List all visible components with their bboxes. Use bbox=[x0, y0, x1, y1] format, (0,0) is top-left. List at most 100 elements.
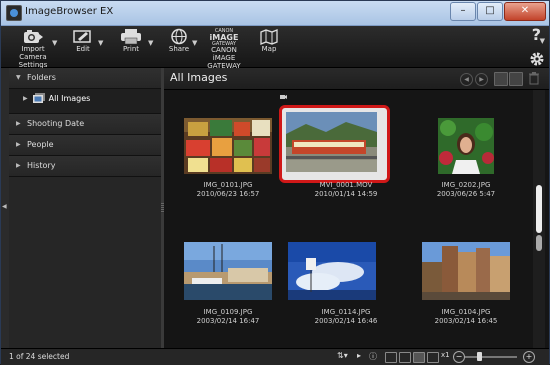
collapsed-triangle-icon: ▶ bbox=[16, 120, 21, 127]
maximize-button[interactable]: □ bbox=[477, 2, 503, 21]
map-icon bbox=[260, 29, 278, 45]
thumbnail-date: 2003/06/26 5:47 bbox=[436, 190, 496, 198]
edit-label: Edit bbox=[76, 45, 90, 53]
grid-view-icon[interactable] bbox=[385, 352, 397, 363]
people-label: People bbox=[27, 140, 54, 149]
print-label: Print bbox=[122, 45, 140, 53]
sidebar-section-folders[interactable]: ▼ Folders bbox=[9, 68, 161, 89]
thumbnail-item-selected[interactable]: MVI_0001.MOV 2010/01/14 14:59 bbox=[279, 90, 406, 200]
canon-image-gateway-logo: CANON iMAGE GATEWAY bbox=[200, 28, 248, 47]
rotate-left-icon[interactable] bbox=[494, 72, 508, 86]
zoom-slider-handle[interactable] bbox=[477, 352, 482, 361]
rotate-right-icon[interactable] bbox=[509, 72, 523, 86]
filter-icon[interactable]: ▸ bbox=[357, 351, 361, 360]
folder-item-all-images[interactable]: ▶ All Images bbox=[23, 93, 90, 103]
photo-thumbnail bbox=[422, 242, 510, 300]
all-images-label: All Images bbox=[48, 93, 91, 103]
thumbnail-date: 2003/02/14 16:45 bbox=[434, 317, 498, 325]
share-dropdown-icon[interactable]: ▼ bbox=[192, 39, 197, 47]
scrollbar-thumb[interactable] bbox=[536, 185, 542, 233]
zoom-out-button[interactable]: − bbox=[453, 351, 465, 363]
history-label: History bbox=[27, 161, 56, 170]
app-icon bbox=[6, 5, 22, 21]
thumbnail-item[interactable]: IMG_0109.JPG 2003/02/14 16:47 bbox=[168, 238, 288, 348]
map-label: Map bbox=[261, 45, 277, 53]
edit-dropdown-icon[interactable]: ▼ bbox=[98, 39, 103, 47]
detail-view-icon[interactable] bbox=[399, 352, 411, 363]
portrait-thumbnail bbox=[438, 118, 494, 174]
collapse-left-icon[interactable]: ◀ bbox=[2, 203, 7, 210]
share-label: Share bbox=[168, 45, 190, 53]
selection-count: 1 of 24 selected bbox=[9, 352, 70, 361]
app-window: ImageBrowser EX – □ ✕ Import Camera Sett… bbox=[0, 0, 550, 365]
collapsed-triangle-icon: ▶ bbox=[16, 162, 21, 169]
fullscreen-icon[interactable] bbox=[427, 352, 439, 363]
thumbnail-filename: IMG_0104.JPG bbox=[441, 308, 491, 316]
zoom-in-button[interactable]: + bbox=[523, 351, 535, 363]
zoom-level: x1 bbox=[441, 351, 450, 359]
help-dropdown-icon[interactable]: ▼ bbox=[540, 37, 545, 45]
thumbnail-grid: IMG_0101.JPG 2010/06/23 16:57 MVI_0001.M… bbox=[164, 90, 530, 348]
shooting-date-label: Shooting Date bbox=[27, 119, 85, 128]
collapsed-triangle-icon: ▶ bbox=[16, 141, 21, 148]
zoom-slider-track[interactable] bbox=[465, 356, 517, 358]
back-icon[interactable]: ◀ bbox=[460, 73, 473, 86]
main-toolbar: Import Camera Settings ▼ Edit ▼ Print ▼ bbox=[1, 25, 549, 70]
globe-share-icon bbox=[171, 28, 187, 45]
trash-icon[interactable] bbox=[528, 72, 540, 85]
forward-icon[interactable]: ▶ bbox=[475, 73, 488, 86]
collapsed-triangle-icon: ▶ bbox=[23, 94, 28, 102]
thumbnail-date: 2003/02/14 16:46 bbox=[314, 317, 378, 325]
thumbnail-item[interactable]: IMG_0101.JPG 2010/06/23 16:57 bbox=[168, 90, 288, 200]
folders-label: Folders bbox=[27, 73, 56, 82]
sort-icon[interactable]: ⇅▾ bbox=[337, 351, 348, 360]
window-title: ImageBrowser EX bbox=[25, 6, 114, 17]
edit-button[interactable]: Edit bbox=[67, 28, 99, 53]
thumbnail-item[interactable]: IMG_0202.JPG 2003/06/26 5:47 bbox=[406, 90, 526, 200]
page-title: All Images bbox=[170, 71, 228, 84]
main-header: All Images ◀ ▶ bbox=[164, 68, 549, 90]
main-panel: All Images ◀ ▶ IMG_0101.JPG 2010/06/23 1… bbox=[164, 68, 549, 348]
import-dropdown-icon[interactable]: ▼ bbox=[52, 39, 57, 47]
thumbnail-filename: IMG_0114.JPG bbox=[321, 308, 371, 316]
sidebar-section-people[interactable]: ▶ People bbox=[9, 135, 161, 156]
share-button[interactable]: Share bbox=[165, 28, 193, 53]
sidebar-section-shooting-date[interactable]: ▶ Shooting Date bbox=[9, 114, 161, 135]
window-controls: – □ ✕ bbox=[449, 2, 546, 21]
minimize-button[interactable]: – bbox=[450, 2, 476, 21]
camera-import-icon bbox=[24, 30, 43, 43]
thumbnail-filename: IMG_0202.JPG bbox=[441, 181, 491, 189]
video-thumbnail bbox=[286, 112, 377, 172]
gateway-logo-mid: iMAGE bbox=[209, 33, 239, 42]
gear-icon[interactable] bbox=[529, 51, 545, 67]
edit-icon bbox=[73, 30, 91, 43]
info-icon[interactable]: ⓘ bbox=[369, 351, 377, 362]
thumbnail-item[interactable]: IMG_0104.JPG 2003/02/14 16:45 bbox=[406, 238, 526, 348]
canon-image-gateway-button[interactable]: CANON iMAGE GATEWAY CANON iMAGE GATEWAY bbox=[200, 28, 248, 70]
thumbnail-filename: IMG_0101.JPG bbox=[203, 181, 253, 189]
thumbnail-date: 2010/01/14 14:59 bbox=[314, 190, 378, 198]
thumbnail-date: 2010/06/23 16:57 bbox=[196, 190, 260, 198]
thumbnail-filename: IMG_0109.JPG bbox=[203, 308, 253, 316]
photo-thumbnail bbox=[184, 118, 272, 174]
preview-view-icon[interactable] bbox=[413, 352, 425, 363]
print-button[interactable]: Print bbox=[114, 28, 148, 53]
import-label-2: Camera Settings bbox=[18, 53, 48, 69]
thumbnail-item[interactable]: IMG_0114.JPG 2003/02/14 16:46 bbox=[286, 238, 406, 348]
thumbnail-filename: MVI_0001.MOV bbox=[319, 181, 373, 189]
map-button[interactable]: Map bbox=[255, 28, 283, 53]
status-bar: 1 of 24 selected ⇅▾ ▸ ⓘ x1 − + bbox=[1, 348, 549, 365]
gateway-label-1: CANON iMAGE bbox=[211, 46, 237, 62]
expanded-triangle-icon: ▼ bbox=[16, 74, 21, 81]
folder-tree: ▶ All Images bbox=[9, 89, 161, 114]
photo-thumbnail bbox=[288, 242, 376, 300]
vertical-scrollbar[interactable] bbox=[533, 90, 545, 348]
printer-icon bbox=[121, 29, 141, 45]
photo-thumbnail bbox=[184, 242, 272, 300]
import-button[interactable]: Import Camera Settings bbox=[7, 28, 59, 69]
scrollbar-secondary-thumb[interactable] bbox=[536, 235, 542, 251]
print-dropdown-icon[interactable]: ▼ bbox=[148, 39, 153, 47]
close-button[interactable]: ✕ bbox=[504, 2, 546, 21]
sidebar-section-history[interactable]: ▶ History bbox=[9, 156, 161, 177]
thumbnail-date: 2003/02/14 16:47 bbox=[196, 317, 260, 325]
